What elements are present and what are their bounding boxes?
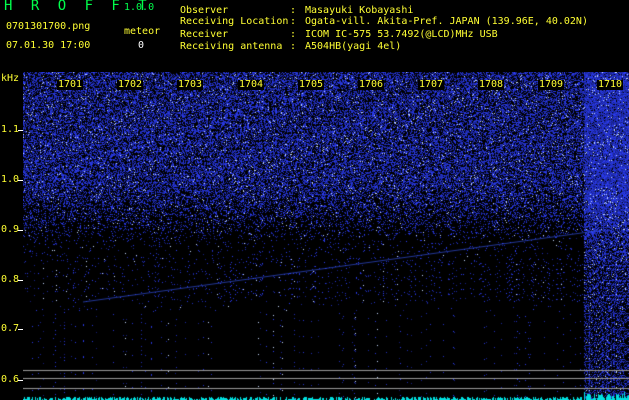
app-version: 1.0.0 xyxy=(124,2,155,13)
date-time: 07.01.30 17:00 xyxy=(6,40,91,51)
header-panel: H R O F F T 1.0.0 0701301700.png meteor … xyxy=(0,0,629,72)
x-tick-label: 1705 xyxy=(298,79,325,90)
meteor-count: 0 xyxy=(138,40,145,51)
receiver-value: ICOM IC-575 53.7492(@LCD)MHz USB xyxy=(305,29,498,40)
x-tick-label: 1710 xyxy=(597,79,624,90)
x-tick-label: 1701 xyxy=(57,79,84,90)
x-tick-label: 1703 xyxy=(177,79,204,90)
antenna-label: Receiving antenna xyxy=(180,41,283,52)
colon: : xyxy=(290,41,297,52)
x-tick-label: 1706 xyxy=(358,79,385,90)
colon: : xyxy=(290,16,297,27)
x-tick-label: 1704 xyxy=(238,79,265,90)
receiver-label: Receiver xyxy=(180,29,229,40)
colon: : xyxy=(290,29,297,40)
meteor-label: meteor xyxy=(124,26,161,37)
antenna-value: A504HB(yagi 4el) xyxy=(305,41,402,52)
spectrogram-canvas xyxy=(23,72,629,400)
x-tick-label: 1709 xyxy=(538,79,565,90)
location-value: Ogata-vill. Akita-Pref. JAPAN (139.96E, … xyxy=(305,16,588,27)
x-tick-label: 1707 xyxy=(418,79,445,90)
spectrogram-panel xyxy=(0,72,629,400)
file-name: 0701301700.png xyxy=(6,21,91,32)
x-tick-label: 1702 xyxy=(117,79,144,90)
x-tick-label: 1708 xyxy=(478,79,505,90)
location-label: Receiving Location xyxy=(180,16,289,27)
